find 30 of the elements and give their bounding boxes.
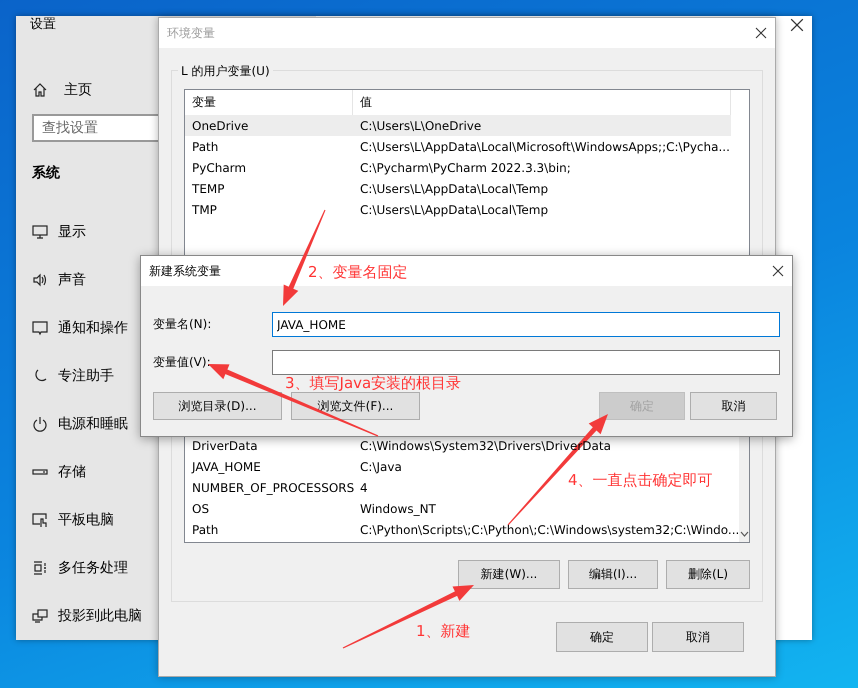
section-heading: 系统 bbox=[32, 164, 60, 182]
table-cell-text: 4 bbox=[359, 480, 368, 494]
annotation-text: 1、新建 bbox=[416, 622, 471, 641]
annotation-text: 4、一直点击确定即可 bbox=[568, 471, 713, 490]
field-label: 变量名(N): bbox=[153, 316, 212, 333]
table-cell-text: OneDrive bbox=[191, 118, 250, 132]
table-cell-text: C:\Users\L\AppData\Local\Temp bbox=[359, 182, 548, 196]
window-title: 新建系统变量 bbox=[149, 262, 221, 280]
table-cell-text: Path bbox=[191, 522, 220, 536]
table-cell-text: C:\Users\L\OneDrive bbox=[359, 118, 482, 132]
table-cell-text: Windows_NT bbox=[359, 502, 436, 516]
annotation-text: 2、变量名固定 bbox=[308, 263, 408, 282]
table-cell-text: TMP bbox=[191, 202, 218, 216]
table-cell-text: C:\Python\Scripts\;C:\Python\;C:\Windows\system32;C:\Windo... bbox=[359, 522, 740, 536]
table-cell-text: JAVA_HOME bbox=[190, 460, 262, 474]
table-cell-text: PyCharm bbox=[191, 160, 248, 174]
window-title: 设置 bbox=[30, 17, 56, 33]
table-cell-text: Path bbox=[191, 140, 220, 154]
table-cell-text: C:\Java bbox=[359, 460, 402, 474]
table-cell-text: OS bbox=[191, 502, 210, 516]
table-cell-text: NUMBER_OF_PROCESSORS bbox=[191, 480, 353, 494]
table-cell-text: C:\Users\L\AppData\Local\Temp bbox=[359, 202, 548, 216]
table-cell-text: C:\Users\L\AppData\Local\Microsoft\WindowsApps;;C:\Pycha... bbox=[359, 140, 730, 154]
window-title: 环境变量 bbox=[167, 24, 215, 42]
group-label: L 的用户变量(U) bbox=[178, 63, 273, 80]
table-cell-text: DriverData bbox=[191, 438, 259, 452]
field-label: 变量值(V): bbox=[153, 354, 212, 371]
table-cell-text: C:\Pycharm\PyCharm 2022.3.3\bin; bbox=[359, 160, 571, 174]
table-cell-text: TEMP bbox=[191, 182, 226, 196]
annotation-text: 3、填写Java安装的根目录 bbox=[285, 374, 462, 393]
